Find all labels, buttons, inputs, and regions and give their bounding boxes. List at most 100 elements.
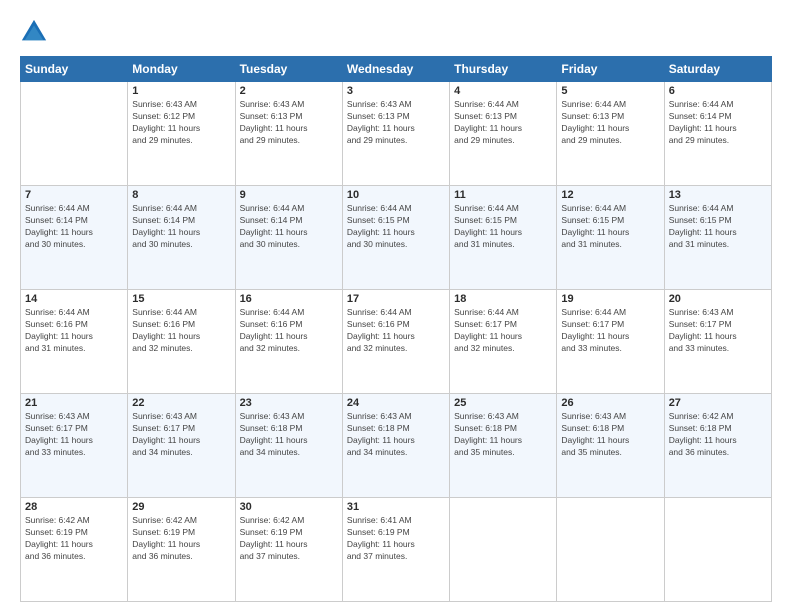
calendar-cell: 7Sunrise: 6:44 AM Sunset: 6:14 PM Daylig… xyxy=(21,186,128,290)
day-info: Sunrise: 6:44 AM Sunset: 6:16 PM Dayligh… xyxy=(25,307,123,355)
weekday-header-monday: Monday xyxy=(128,57,235,82)
day-number: 8 xyxy=(132,189,230,201)
day-number: 18 xyxy=(454,293,552,305)
calendar-cell: 19 Sunrise: 6:44 AM Sunset: 6:17 PM Dayli… xyxy=(557,290,664,394)
weekday-header-friday: Friday xyxy=(557,57,664,82)
calendar-cell: 11 Sunrise: 6:44 AM Sunset: 6:15 PM Dayli… xyxy=(450,186,557,290)
calendar-cell: 8 Sunrise: 6:44 AM Sunset: 6:14 PM Daylig… xyxy=(128,186,235,290)
calendar-cell: 23Sunrise: 6:43 AM Sunset: 6:18 PM Dayli… xyxy=(235,394,342,498)
day-info: Sunrise: 6:44 AM Sunset: 6:14 PM Dayligh… xyxy=(240,203,338,251)
page: SundayMondayTuesdayWednesdayThursdayFrid… xyxy=(0,0,792,612)
day-number: 9 xyxy=(240,189,338,201)
calendar-week-3: 14 Sunrise: 6:44 AM Sunset: 6:16 PM Dayli… xyxy=(21,290,772,394)
calendar-cell: 21Sunrise: 6:43 AM Sunset: 6:17 PM Dayli… xyxy=(21,394,128,498)
weekday-header-wednesday: Wednesday xyxy=(342,57,449,82)
day-number: 14 xyxy=(25,293,123,305)
day-info: Sunrise: 6:41 AM Sunset: 6:19 PM Dayligh… xyxy=(347,515,445,563)
day-number: 27 xyxy=(669,397,767,409)
day-info: Sunrise: 6:44 AM Sunset: 6:15 PM Dayligh… xyxy=(347,203,445,251)
calendar-cell: 24 Sunrise: 6:43 AM Sunset: 6:18 PM Dayli… xyxy=(342,394,449,498)
calendar-cell: 28 Sunrise: 6:42 AM Sunset: 6:19 PM Dayli… xyxy=(21,498,128,602)
day-info: Sunrise: 6:43 AM Sunset: 6:18 PM Dayligh… xyxy=(347,411,445,459)
day-number: 21 xyxy=(25,397,123,409)
calendar-cell: 27 Sunrise: 6:42 AM Sunset: 6:18 PM Dayli… xyxy=(664,394,771,498)
calendar-cell: 4 Sunrise: 6:44 AM Sunset: 6:13 PM Daylig… xyxy=(450,82,557,186)
day-info: Sunrise: 6:44 AM Sunset: 6:15 PM Dayligh… xyxy=(454,203,552,251)
day-number: 7 xyxy=(25,189,123,201)
day-info: Sunrise: 6:44 AM Sunset: 6:13 PM Dayligh… xyxy=(561,99,659,147)
day-info: Sunrise: 6:44 AM Sunset: 6:16 PM Dayligh… xyxy=(132,307,230,355)
weekday-header-row: SundayMondayTuesdayWednesdayThursdayFrid… xyxy=(21,57,772,82)
calendar-cell: 25Sunrise: 6:43 AM Sunset: 6:18 PM Dayli… xyxy=(450,394,557,498)
day-info: Sunrise: 6:43 AM Sunset: 6:17 PM Dayligh… xyxy=(132,411,230,459)
day-info: Sunrise: 6:44 AM Sunset: 6:15 PM Dayligh… xyxy=(669,203,767,251)
day-info: Sunrise: 6:43 AM Sunset: 6:18 PM Dayligh… xyxy=(561,411,659,459)
day-number: 20 xyxy=(669,293,767,305)
calendar-cell: 14 Sunrise: 6:44 AM Sunset: 6:16 PM Dayli… xyxy=(21,290,128,394)
calendar-cell: 15Sunrise: 6:44 AM Sunset: 6:16 PM Dayli… xyxy=(128,290,235,394)
day-number: 26 xyxy=(561,397,659,409)
day-info: Sunrise: 6:42 AM Sunset: 6:19 PM Dayligh… xyxy=(25,515,123,563)
day-number: 31 xyxy=(347,501,445,513)
day-info: Sunrise: 6:42 AM Sunset: 6:19 PM Dayligh… xyxy=(240,515,338,563)
calendar-cell: 16 Sunrise: 6:44 AM Sunset: 6:16 PM Dayli… xyxy=(235,290,342,394)
day-info: Sunrise: 6:44 AM Sunset: 6:13 PM Dayligh… xyxy=(454,99,552,147)
day-number: 16 xyxy=(240,293,338,305)
day-info: Sunrise: 6:43 AM Sunset: 6:18 PM Dayligh… xyxy=(454,411,552,459)
calendar-week-4: 21 Sunrise: 6:43 AM Sunset: 6:17 PM Dayli… xyxy=(21,394,772,498)
day-info: Sunrise: 6:43 AM Sunset: 6:13 PM Dayligh… xyxy=(240,99,338,147)
calendar-cell: 22 Sunrise: 6:43 AM Sunset: 6:17 PM Dayli… xyxy=(128,394,235,498)
logo-icon xyxy=(20,18,48,46)
day-number: 29 xyxy=(132,501,230,513)
day-number: 19 xyxy=(561,293,659,305)
calendar-cell xyxy=(450,498,557,602)
day-info: Sunrise: 6:44 AM Sunset: 6:14 PM Dayligh… xyxy=(669,99,767,147)
day-info: Sunrise: 6:44 AM Sunset: 6:17 PM Dayligh… xyxy=(561,307,659,355)
calendar-cell: 3 Sunrise: 6:43 AM Sunset: 6:13 PM Daylig… xyxy=(342,82,449,186)
weekday-header-thursday: Thursday xyxy=(450,57,557,82)
header xyxy=(20,18,772,46)
calendar-cell: 12Sunrise: 6:44 AM Sunset: 6:15 PM Dayli… xyxy=(557,186,664,290)
calendar-cell: 9 Sunrise: 6:44 AM Sunset: 6:14 PM Daylig… xyxy=(235,186,342,290)
day-info: Sunrise: 6:44 AM Sunset: 6:14 PM Dayligh… xyxy=(132,203,230,251)
calendar-cell: 17Sunrise: 6:44 AM Sunset: 6:16 PM Dayli… xyxy=(342,290,449,394)
day-info: Sunrise: 6:44 AM Sunset: 6:17 PM Dayligh… xyxy=(454,307,552,355)
logo xyxy=(20,18,52,46)
calendar-week-1: 1Sunrise: 6:43 AM Sunset: 6:12 PM Daylig… xyxy=(21,82,772,186)
day-info: Sunrise: 6:42 AM Sunset: 6:18 PM Dayligh… xyxy=(669,411,767,459)
calendar-cell: 1Sunrise: 6:43 AM Sunset: 6:12 PM Daylig… xyxy=(128,82,235,186)
day-number: 22 xyxy=(132,397,230,409)
calendar-cell: 6 Sunrise: 6:44 AM Sunset: 6:14 PM Daylig… xyxy=(664,82,771,186)
day-info: Sunrise: 6:44 AM Sunset: 6:16 PM Dayligh… xyxy=(347,307,445,355)
day-number: 23 xyxy=(240,397,338,409)
calendar-cell xyxy=(557,498,664,602)
calendar-cell: 10 Sunrise: 6:44 AM Sunset: 6:15 PM Dayli… xyxy=(342,186,449,290)
day-number: 10 xyxy=(347,189,445,201)
calendar-cell: 20 Sunrise: 6:43 AM Sunset: 6:17 PM Dayli… xyxy=(664,290,771,394)
day-number: 4 xyxy=(454,85,552,97)
calendar-cell: 18 Sunrise: 6:44 AM Sunset: 6:17 PM Dayli… xyxy=(450,290,557,394)
day-info: Sunrise: 6:43 AM Sunset: 6:17 PM Dayligh… xyxy=(669,307,767,355)
day-number: 11 xyxy=(454,189,552,201)
weekday-header-tuesday: Tuesday xyxy=(235,57,342,82)
calendar-table: SundayMondayTuesdayWednesdayThursdayFrid… xyxy=(20,56,772,602)
day-info: Sunrise: 6:43 AM Sunset: 6:12 PM Dayligh… xyxy=(132,99,230,147)
day-number: 24 xyxy=(347,397,445,409)
day-info: Sunrise: 6:44 AM Sunset: 6:16 PM Dayligh… xyxy=(240,307,338,355)
calendar-cell xyxy=(21,82,128,186)
day-info: Sunrise: 6:43 AM Sunset: 6:13 PM Dayligh… xyxy=(347,99,445,147)
day-number: 5 xyxy=(561,85,659,97)
calendar-week-2: 7 Sunrise: 6:44 AM Sunset: 6:14 PM Daylig… xyxy=(21,186,772,290)
day-number: 3 xyxy=(347,85,445,97)
day-number: 28 xyxy=(25,501,123,513)
day-number: 13 xyxy=(669,189,767,201)
calendar-cell: 5 Sunrise: 6:44 AM Sunset: 6:13 PM Daylig… xyxy=(557,82,664,186)
day-number: 6 xyxy=(669,85,767,97)
calendar-cell: 2 Sunrise: 6:43 AM Sunset: 6:13 PM Daylig… xyxy=(235,82,342,186)
day-number: 2 xyxy=(240,85,338,97)
calendar-cell: 30 Sunrise: 6:42 AM Sunset: 6:19 PM Dayli… xyxy=(235,498,342,602)
weekday-header-sunday: Sunday xyxy=(21,57,128,82)
day-info: Sunrise: 6:42 AM Sunset: 6:19 PM Dayligh… xyxy=(132,515,230,563)
day-number: 30 xyxy=(240,501,338,513)
day-number: 12 xyxy=(561,189,659,201)
